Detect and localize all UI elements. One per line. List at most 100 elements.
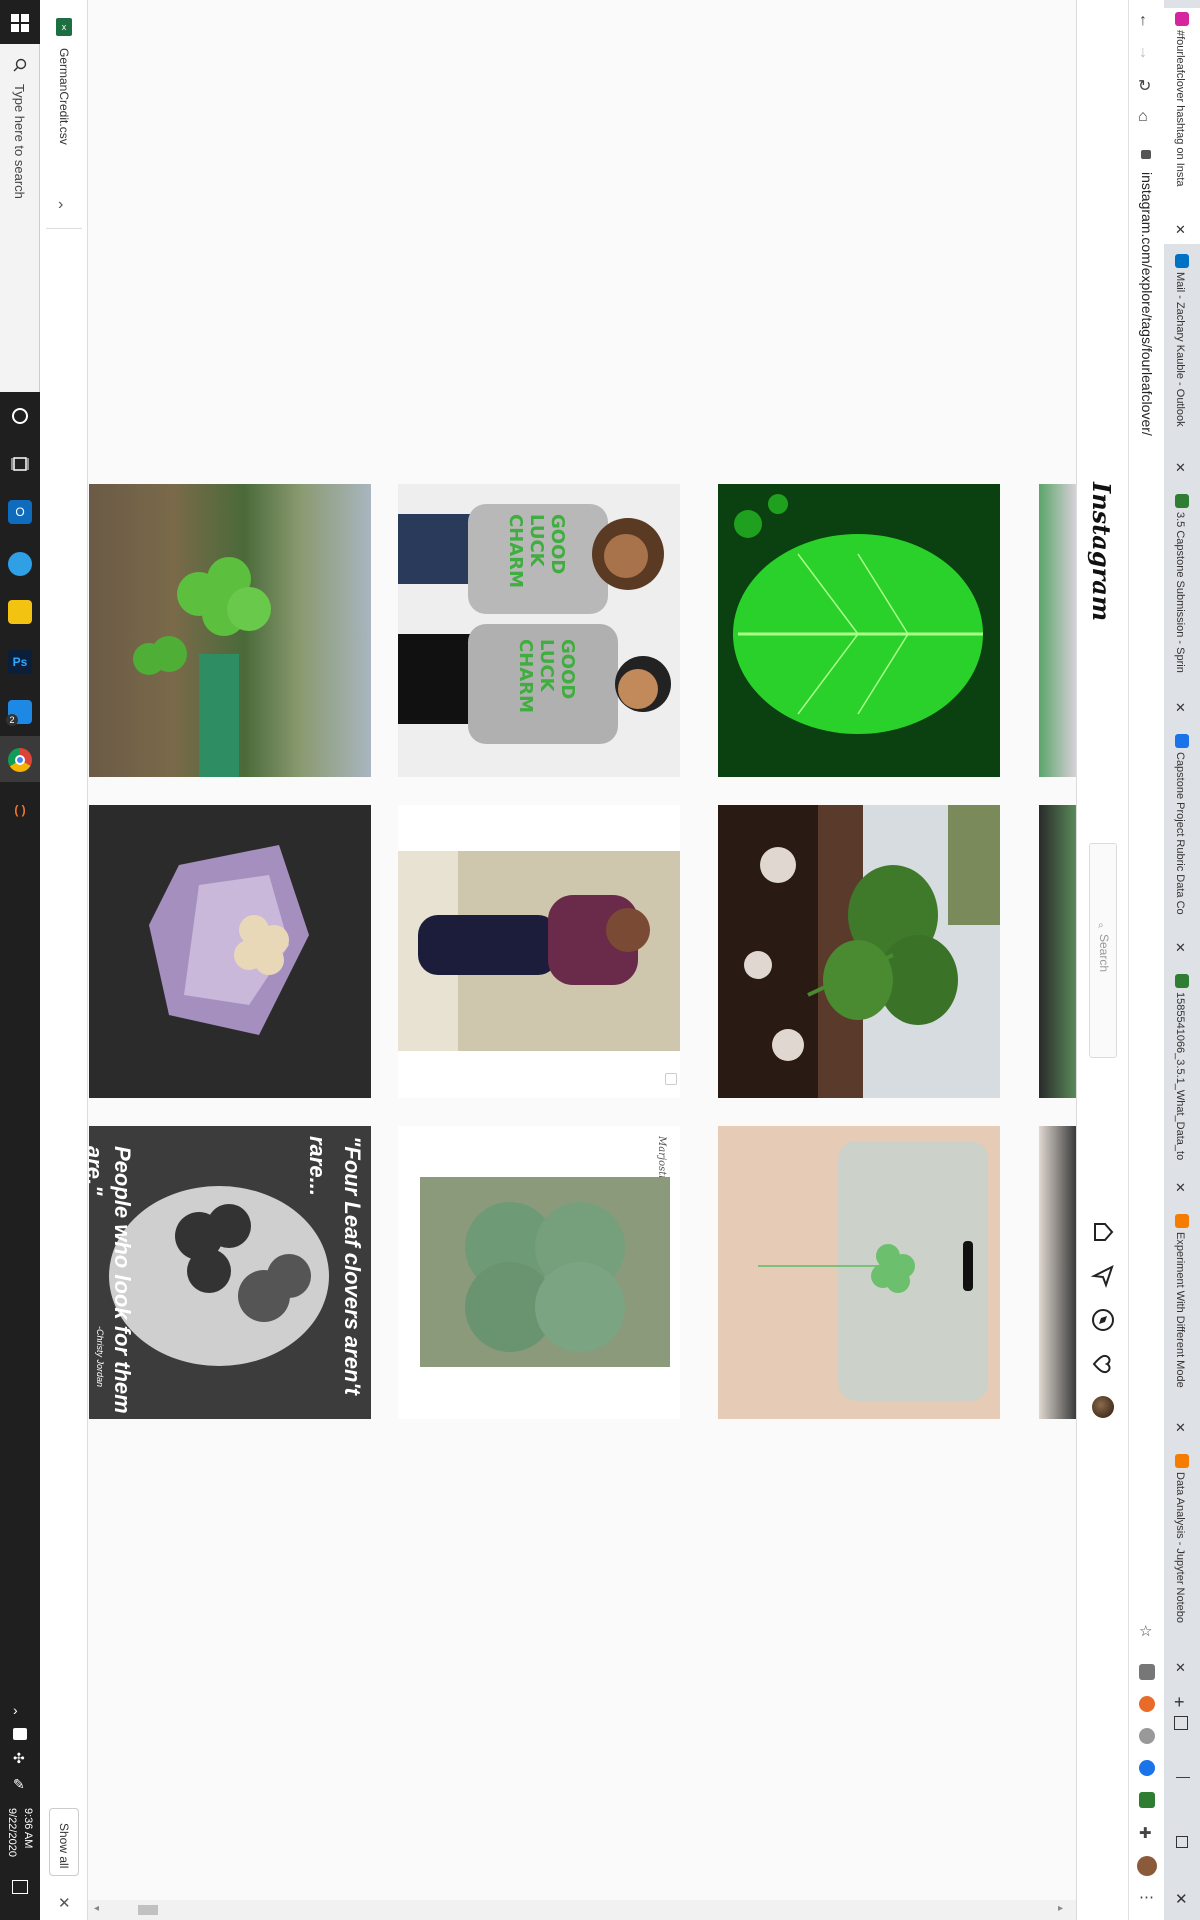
close-icon[interactable]: ✕: [1175, 700, 1186, 716]
direct-messages-icon[interactable]: [1090, 1264, 1115, 1293]
show-all-button[interactable]: Show all: [49, 1808, 79, 1876]
close-icon[interactable]: ✕: [1175, 1420, 1186, 1436]
post-clover-railing[interactable]: [718, 805, 1000, 1098]
instagram-header: Instagram ⌕ Search: [1076, 0, 1128, 1920]
scroll-right-arrow-icon[interactable]: ▸: [1058, 1903, 1063, 1914]
instagram-page: GOOD LUCK CHARM GOOD LUCK CHARM "Four Le…: [88, 0, 1076, 1920]
restore-window-icon[interactable]: [1176, 1836, 1188, 1848]
windows-start-icon[interactable]: [11, 14, 29, 32]
search-placeholder: Search: [1097, 934, 1111, 973]
edge-dev-icon[interactable]: 2: [6, 700, 32, 726]
instagram-favicon-icon: [1175, 12, 1189, 26]
download-file-name: GermanCredit.csv: [57, 48, 71, 145]
tab-what-data[interactable]: 1585541066_3.5.1_What_Data_to ✕: [1164, 970, 1200, 1202]
close-icon[interactable]: ✕: [1175, 1660, 1186, 1676]
bookmark-star-icon[interactable]: ☆: [1139, 1622, 1152, 1640]
explore-compass-icon[interactable]: [1091, 1308, 1115, 1337]
springboard-favicon-icon: [1175, 494, 1189, 508]
quote-line-2: rare...: [305, 1136, 330, 1196]
extensions-puzzle-icon[interactable]: ✚: [1139, 1824, 1152, 1842]
search-icon: [13, 58, 27, 77]
back-arrow-icon[interactable]: ↑: [1139, 12, 1147, 30]
extension-blue-icon[interactable]: [1139, 1760, 1155, 1776]
chevron-down-icon[interactable]: ›: [58, 196, 63, 214]
close-icon[interactable]: ✕: [1175, 460, 1186, 476]
post-mirror-selfie[interactable]: [398, 805, 680, 1098]
notification-center-icon[interactable]: [12, 1880, 28, 1894]
tab-title: Data Analysis - Jupyter Notebo: [1174, 1472, 1186, 1624]
instagram-logo[interactable]: Instagram: [1087, 482, 1116, 621]
post-partial-3[interactable]: [1039, 1126, 1076, 1419]
tab-instagram[interactable]: #fourleafclover hashtag on Insta ✕: [1164, 8, 1200, 244]
volume-icon[interactable]: [13, 1728, 27, 1740]
new-tab-plus-icon[interactable]: +: [1174, 1692, 1185, 1713]
extension-circle-icon[interactable]: [1139, 1728, 1155, 1744]
tab-title: 1585541066_3.5.1_What_Data_to: [1174, 992, 1186, 1161]
minimize-icon[interactable]: —: [1176, 1768, 1190, 1784]
home-button-icon[interactable]: ⌂: [1138, 108, 1148, 126]
photoshop-icon[interactable]: Ps: [8, 650, 32, 674]
task-view-icon[interactable]: [8, 452, 32, 476]
horizontal-scrollbar[interactable]: ◂ ▸: [88, 1900, 1076, 1920]
tab-outlook[interactable]: Mail - Zachary Kauble - Outlook ✕: [1164, 250, 1200, 482]
close-icon[interactable]: ✕: [1175, 222, 1186, 238]
clover-closeup-image: [420, 1177, 670, 1367]
file-explorer-icon[interactable]: [8, 600, 32, 624]
outlook-icon[interactable]: O: [8, 500, 32, 524]
post-clover-garden[interactable]: [89, 484, 371, 777]
post-amethyst-clover[interactable]: [89, 805, 371, 1098]
download-item[interactable]: x GermanCredit.csv ›: [40, 10, 88, 230]
tab-data-analysis[interactable]: Data Analysis - Jupyter Notebo ✕: [1164, 1450, 1200, 1682]
post-partial-1[interactable]: [1039, 484, 1076, 777]
tab-capstone-submission[interactable]: 3.5 Capstone Submission - Sprin ✕: [1164, 490, 1200, 722]
extension-orange-icon[interactable]: [1139, 1696, 1155, 1712]
post-clover-quote[interactable]: "Four Leaf clovers aren't rare... People…: [89, 1126, 371, 1419]
windows-taskbar: Type here to search O Ps 2 ( ) › ✣ ✎ 9:3…: [0, 0, 40, 1920]
post-good-luck-tshirts[interactable]: GOOD LUCK CHARM GOOD LUCK CHARM: [398, 484, 680, 777]
network-icon[interactable]: ✣: [13, 1750, 25, 1767]
home-icon[interactable]: [1091, 1220, 1115, 1249]
post-clover-closeup[interactable]: Marjostime: [398, 1126, 680, 1419]
lock-icon: [1141, 150, 1151, 159]
tab-title: Mail - Zachary Kauble - Outlook: [1174, 272, 1186, 427]
quote-line-4: are.": [89, 1146, 107, 1196]
jupyter-taskbar-icon[interactable]: ( ): [8, 798, 32, 822]
tab-capstone-rubric[interactable]: Capstone Project Rubric Data Co ✕: [1164, 730, 1200, 962]
clock-date[interactable]: 9/22/2020: [6, 1808, 18, 1857]
profile-avatar[interactable]: [1092, 1396, 1114, 1418]
taskbar-search-box[interactable]: Type here to search: [0, 44, 40, 392]
show-hidden-icons-chevron-icon[interactable]: ›: [13, 1702, 18, 1718]
close-window-icon[interactable]: ✕: [1175, 1890, 1188, 1908]
search-input[interactable]: ⌕ Search: [1089, 843, 1117, 1058]
csv-file-icon: x: [56, 18, 72, 36]
clock-time[interactable]: 9:36 AM: [22, 1808, 34, 1848]
clover-railing-image: [718, 805, 1000, 1098]
tshirt-slogan-bottom: GOOD LUCK CHARM: [515, 639, 578, 713]
chrome-icon[interactable]: [8, 748, 32, 772]
address-bar[interactable]: instagram.com/explore/tags/fourleafclove…: [1133, 140, 1161, 1620]
scroll-left-arrow-icon[interactable]: ◂: [94, 1903, 99, 1914]
post-clover-in-palm[interactable]: [718, 1126, 1000, 1419]
close-icon[interactable]: ✕: [58, 1894, 71, 1912]
cortana-icon[interactable]: [8, 404, 32, 428]
close-icon[interactable]: ✕: [1175, 1180, 1186, 1196]
pen-icon[interactable]: ✎: [13, 1776, 25, 1793]
activity-heart-icon[interactable]: [1091, 1352, 1115, 1381]
extension-g-icon[interactable]: [1139, 1664, 1155, 1680]
reload-icon[interactable]: ↻: [1138, 76, 1151, 96]
edge-icon[interactable]: [8, 552, 32, 576]
tab-experiment-models[interactable]: Experiment With Different Mode ✕: [1164, 1210, 1200, 1442]
tab-title: 3.5 Capstone Submission - Sprin: [1174, 512, 1186, 673]
menu-dots-icon[interactable]: ⋯: [1139, 1888, 1154, 1906]
close-icon[interactable]: ✕: [1175, 940, 1186, 956]
extension-green-icon[interactable]: [1139, 1792, 1155, 1808]
browser-tab-strip: #fourleafclover hashtag on Insta ✕ Mail …: [1164, 0, 1200, 1920]
scrollbar-thumb[interactable]: [138, 1905, 158, 1915]
quote-line-1: "Four Leaf clovers aren't: [340, 1136, 365, 1395]
forward-arrow-icon[interactable]: ↓: [1139, 44, 1147, 62]
tab-search-icon[interactable]: [1174, 1716, 1188, 1730]
post-partial-2[interactable]: [1039, 805, 1076, 1098]
post-green-leaf[interactable]: [718, 484, 1000, 777]
downloads-bar: x GermanCredit.csv › Show all ✕: [40, 0, 88, 1920]
profile-icon[interactable]: [1137, 1856, 1157, 1876]
